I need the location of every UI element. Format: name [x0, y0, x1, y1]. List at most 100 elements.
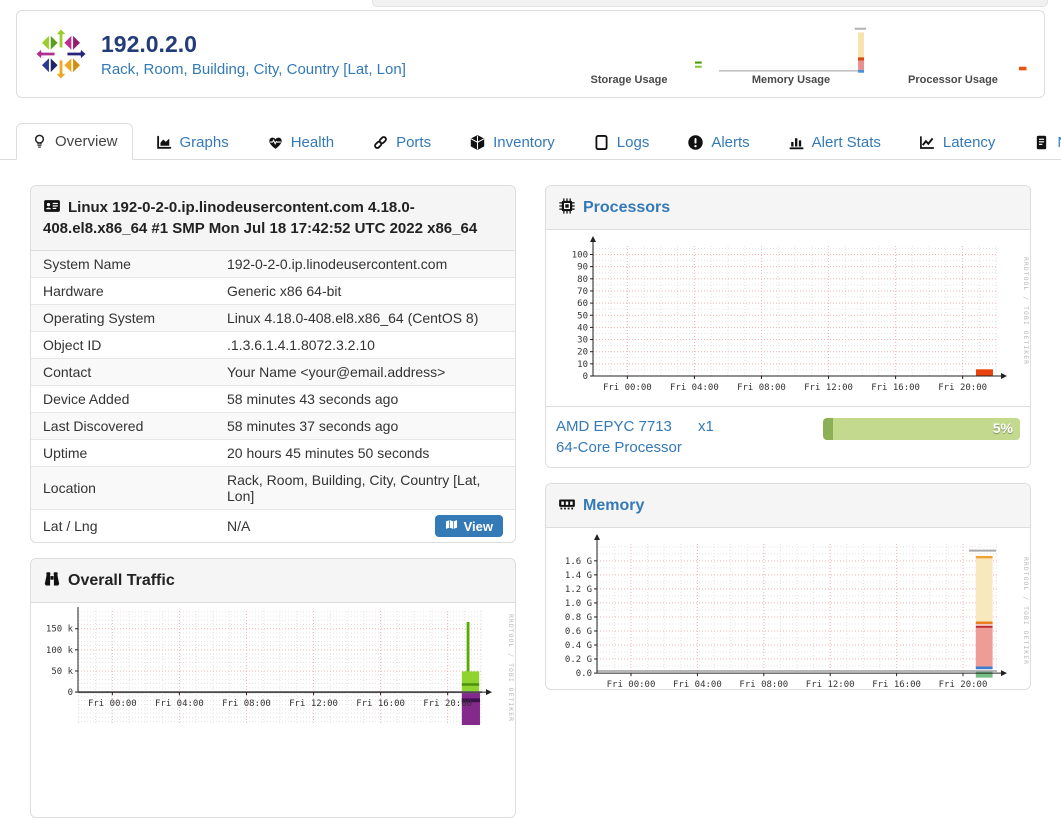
processors-graph[interactable]: 0 10 20 30 40 50 60 70 80 90 100 Fri 00:00 Fri 04:00…: [546, 230, 1030, 406]
svg-text:Fri 04:00: Fri 04:00: [673, 680, 722, 690]
file-icon: [593, 134, 610, 151]
svg-text:Fri 08:00: Fri 08:00: [222, 699, 271, 709]
row-value: N/A View: [215, 509, 515, 542]
tab-label: Graphs: [179, 134, 229, 151]
row-label: Hardware: [31, 277, 215, 305]
tab-alerts[interactable]: Alerts: [672, 124, 764, 160]
processors-panel-header[interactable]: Processors: [546, 186, 1030, 230]
overall-traffic-panel: Overall Traffic 0 50 k 100 k 150 k Fri 00:00…: [30, 558, 516, 818]
tab-graphs[interactable]: Graphs: [141, 124, 244, 160]
svg-text:Fri 16:00: Fri 16:00: [871, 383, 920, 393]
svg-text:1.6 G: 1.6 G: [565, 557, 592, 567]
svg-text:100: 100: [572, 251, 588, 261]
row-value: 58 minutes 43 seconds ago: [215, 385, 515, 413]
row-label: Operating System: [31, 304, 215, 332]
centos-logo: [33, 26, 89, 82]
svg-text:100 k: 100 k: [46, 646, 74, 656]
binoculars-icon: [43, 570, 61, 588]
svg-text:60: 60: [577, 299, 588, 309]
svg-text:Fri 20:00: Fri 20:00: [938, 383, 987, 393]
view-button[interactable]: View: [434, 515, 503, 537]
overall-traffic-graph[interactable]: 0 50 k 100 k 150 k Fri 00:00 Fri 04:00 Fri 08:…: [31, 603, 515, 757]
mini-graph-label: Processor Usage: [908, 74, 998, 86]
table-row: Lat / Lng N/A View: [31, 508, 515, 542]
table-row: Object ID .1.3.6.1.4.1.8072.3.2.10: [31, 331, 515, 359]
tab-label: Ports: [396, 134, 432, 151]
row-value: 20 hours 45 minutes 50 seconds: [215, 439, 515, 467]
svg-text:Fri 04:00: Fri 04:00: [670, 383, 719, 393]
system-title: Linux 192-0-2-0.ip.linodeusercontent.com…: [43, 199, 478, 237]
cpu-usage-percent: 5%: [992, 420, 1013, 436]
system-info-table: System Name 192-0-2-0.ip.linodeuserconten…: [31, 251, 515, 542]
mini-graph-memory-usage[interactable]: Memory Usage: [710, 22, 872, 86]
cpu-usage-fill: [823, 418, 833, 440]
svg-text:Fri 04:00: Fri 04:00: [155, 699, 204, 709]
row-label: Last Discovered: [31, 412, 215, 440]
memory-panel: Memory 0.0 0.2 G 0.4 G 0.6 G 0.8 G 1.0 G 1.2 G…: [545, 483, 1031, 690]
svg-text:RRDTOOL / TOBI OETIKER: RRDTOOL / TOBI OETIKER: [1022, 257, 1029, 365]
row-label: Location: [31, 466, 215, 509]
link-icon: [372, 134, 389, 151]
svg-text:Fri 00:00: Fri 00:00: [603, 383, 652, 393]
svg-text:1.0 G: 1.0 G: [565, 599, 592, 609]
mini-graph-processor-usage[interactable]: Processor Usage: [872, 22, 1034, 86]
tab-label: Latency: [942, 134, 996, 151]
tab-logs[interactable]: Logs: [578, 124, 665, 160]
svg-text:30: 30: [577, 336, 588, 346]
device-title[interactable]: 192.0.2.0: [101, 31, 406, 58]
table-row: Contact Your Name <your@email.address>: [31, 358, 515, 386]
tab-label: Health: [290, 134, 335, 151]
memory-graph[interactable]: 0.0 0.2 G 0.4 G 0.6 G 0.8 G 1.0 G 1.2 G 1.4 G 1.…: [546, 528, 1030, 690]
svg-text:70: 70: [577, 287, 588, 297]
device-identity: 192.0.2.0 Rack, Room, Building, City, Co…: [101, 31, 406, 78]
row-value: Rack, Room, Building, City, Country [Lat…: [215, 466, 515, 509]
tab-ports[interactable]: Ports: [357, 124, 446, 160]
mini-sparkline: [554, 22, 704, 74]
tab-alert-stats[interactable]: Alert Stats: [773, 124, 896, 160]
ram-icon: [558, 495, 576, 513]
lightbulb-icon: [31, 133, 48, 150]
traffic-title: Overall Traffic: [68, 572, 175, 589]
table-row: Operating System Linux 4.18.0-408.el8.x86…: [31, 304, 515, 332]
svg-text:0.8 G: 0.8 G: [565, 613, 592, 623]
cpu-name-link[interactable]: AMD EPYC 7713 x1 64-Core Processor: [556, 416, 714, 458]
system-panel-header: Linux 192-0-2-0.ip.linodeusercontent.com…: [31, 186, 515, 251]
svg-text:Fri 00:00: Fri 00:00: [88, 699, 137, 709]
row-value: 192-0-2-0.ip.linodeusercontent.com: [227, 256, 448, 272]
table-row: Uptime 20 hours 45 minutes 50 seconds: [31, 439, 515, 467]
note-icon: [1033, 134, 1050, 151]
processors-panel: Processors 0 10 20 30 40 50 60 70 80 90 100 Fri 00:…: [545, 185, 1031, 468]
svg-text:Fri 20:00: Fri 20:00: [423, 699, 472, 709]
svg-text:0.2 G: 0.2 G: [565, 655, 592, 665]
tab-notes[interactable]: Notes: [1018, 124, 1061, 160]
cpu-model[interactable]: AMD EPYC 7713: [556, 416, 698, 437]
cpu-model-line2[interactable]: 64-Core Processor: [556, 439, 682, 456]
alert-circle-icon: [687, 134, 704, 151]
cpu-usage-bar: 5%: [823, 418, 1020, 440]
svg-text:Fri 12:00: Fri 12:00: [289, 699, 338, 709]
traffic-panel-header: Overall Traffic: [31, 559, 515, 603]
tab-inventory[interactable]: Inventory: [454, 124, 570, 160]
tab-overview[interactable]: Overview: [16, 123, 133, 160]
table-row: System Name 192-0-2-0.ip.linodeuserconten…: [31, 251, 515, 278]
mini-graph-storage-usage[interactable]: Storage Usage: [548, 22, 710, 86]
row-value: Your Name <your@email.address>: [215, 358, 515, 386]
tab-label: Logs: [616, 134, 650, 151]
tab-latency[interactable]: Latency: [904, 124, 1011, 160]
tab-health[interactable]: Health: [252, 124, 349, 160]
tab-label: Notes: [1057, 134, 1061, 151]
svg-text:150 k: 150 k: [46, 625, 74, 635]
table-row: Location Rack, Room, Building, City, Coun…: [31, 466, 515, 509]
svg-text:Fri 16:00: Fri 16:00: [872, 680, 921, 690]
row-label: Contact: [31, 358, 215, 386]
svg-text:90: 90: [577, 263, 588, 273]
memory-panel-header[interactable]: Memory: [546, 484, 1030, 528]
id-card-icon: [43, 197, 61, 215]
row-label: Object ID: [31, 331, 215, 359]
svg-text:50: 50: [577, 311, 588, 321]
svg-text:Fri 12:00: Fri 12:00: [806, 680, 855, 690]
tab-label: Alerts: [711, 134, 750, 151]
svg-text:RRDTOOL / TOBI OETIKER: RRDTOOL / TOBI OETIKER: [1022, 557, 1029, 665]
mini-graph-label: Storage Usage: [590, 74, 668, 86]
device-location-link[interactable]: Rack, Room, Building, City, Country [Lat…: [101, 61, 406, 78]
